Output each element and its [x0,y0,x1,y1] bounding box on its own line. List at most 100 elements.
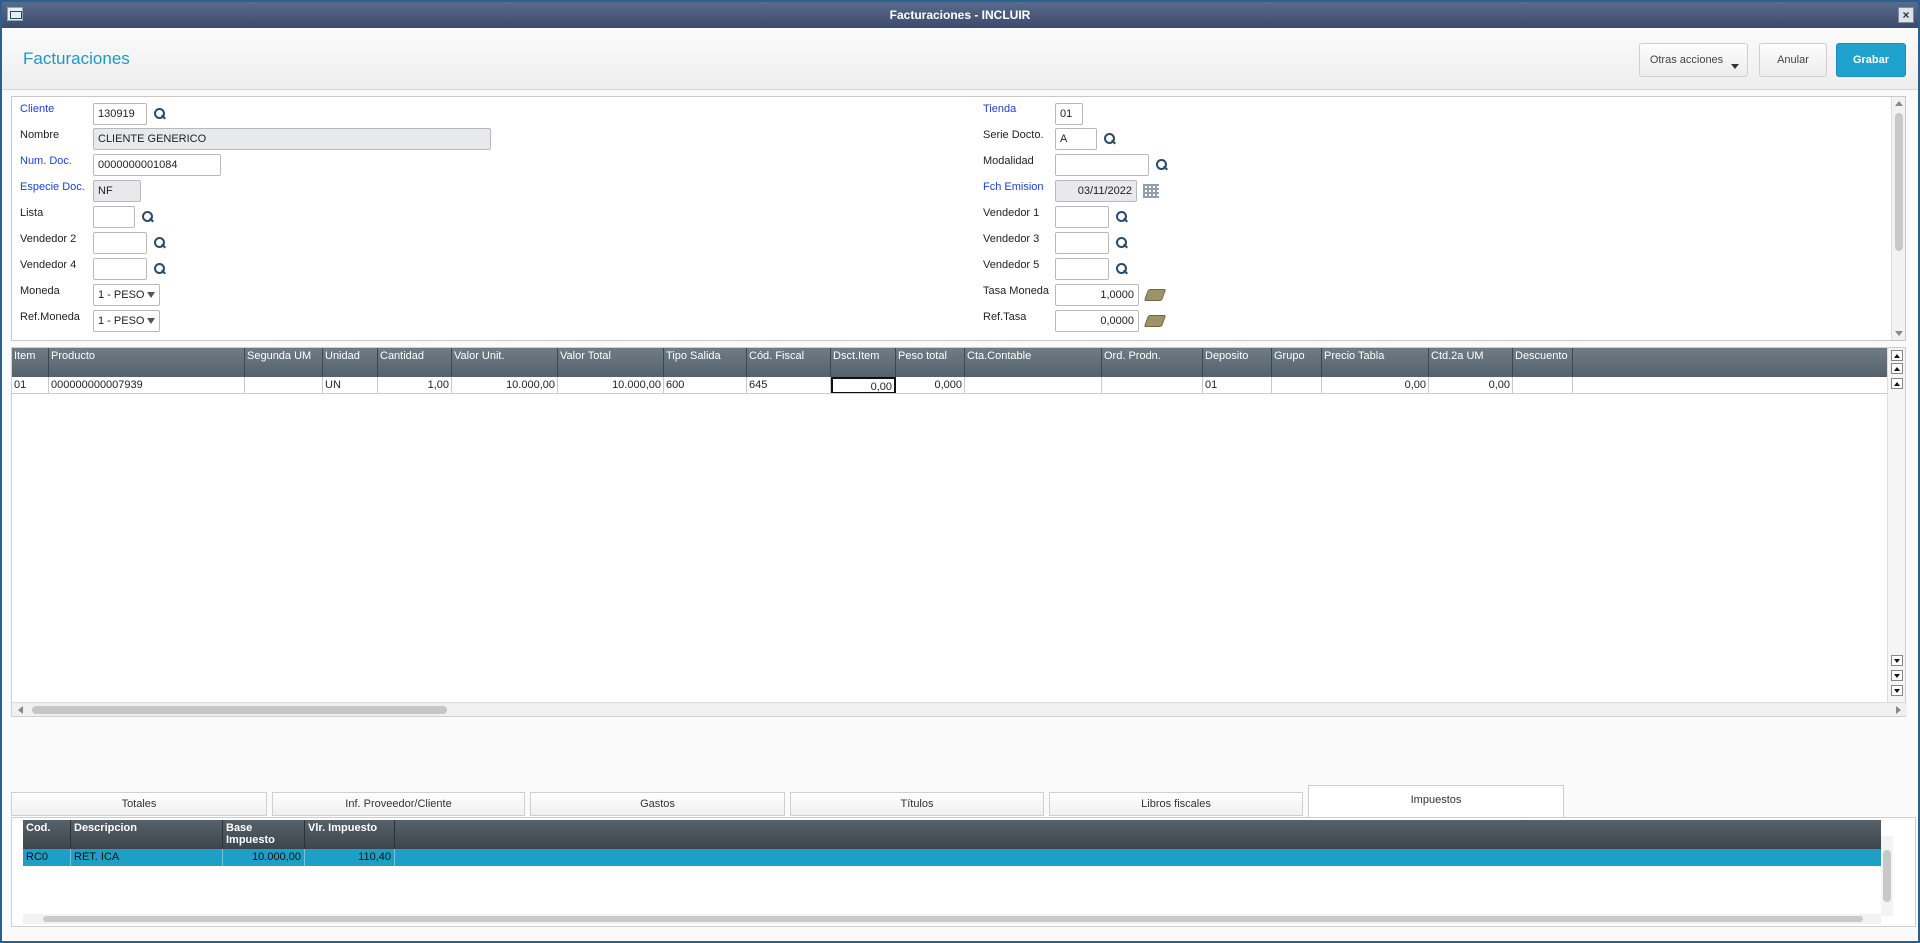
table-cell[interactable]: 0,00 [831,377,896,393]
column-header[interactable]: Segunda UM [245,348,323,377]
cliente-input[interactable]: 130919 [93,103,147,125]
anular-button[interactable]: Anular [1759,43,1827,77]
taxes-grid-vscroll[interactable] [1881,836,1893,916]
form-scrollbar[interactable] [1891,97,1905,340]
especie-doc-input[interactable]: NF [93,180,141,202]
vendedor1-input[interactable] [1055,206,1109,228]
vendedor5-input[interactable] [1055,258,1109,280]
money-icon[interactable] [1143,315,1167,327]
num-doc-input[interactable]: 0000000001084 [93,154,221,176]
vendedor1-search-icon[interactable] [1115,210,1129,224]
ref-tasa-input[interactable]: 0,0000 [1055,310,1139,332]
table-cell[interactable]: 645 [747,377,831,393]
vendedor3-input[interactable] [1055,232,1109,254]
table-cell[interactable]: 1,00 [378,377,452,393]
column-header[interactable]: Vlr. Impuesto [305,820,395,849]
scroll-thumb[interactable] [1895,113,1903,251]
column-header[interactable]: Item [12,348,49,377]
grabar-button[interactable]: Grabar [1836,43,1906,77]
tienda-input[interactable]: 01 [1055,103,1083,125]
tab-libros-fiscales[interactable]: Libros fiscales [1049,792,1303,816]
column-header[interactable]: Cantidad [378,348,452,377]
lista-input[interactable] [93,206,135,228]
column-header[interactable]: Precio Tabla [1322,348,1429,377]
table-cell[interactable]: 000000000007939 [49,377,245,393]
scroll-page-up-icon[interactable] [1891,363,1903,374]
column-header[interactable]: Cód. Fiscal [747,348,831,377]
taxes-grid-hscroll[interactable] [23,914,1881,924]
table-cell[interactable] [1513,377,1573,393]
column-header[interactable]: Base Impuesto [223,820,305,849]
vendedor5-search-icon[interactable] [1115,262,1129,276]
moneda-select[interactable]: 1 - PESO [93,284,160,306]
calendar-icon[interactable] [1143,184,1159,198]
table-cell[interactable] [1102,377,1203,393]
vendedor3-search-icon[interactable] [1115,236,1129,250]
scroll-down-icon[interactable] [1891,655,1903,666]
cliente-search-icon[interactable] [153,107,167,121]
tab-impuestos[interactable]: Impuestos [1308,785,1564,817]
column-header[interactable]: Unidad [323,348,378,377]
column-header[interactable]: Dsct.Item [831,348,896,377]
tab-totales[interactable]: Totales [11,792,267,816]
column-header[interactable]: Grupo [1272,348,1322,377]
serie-docto-search-icon[interactable] [1103,132,1117,146]
table-cell[interactable]: 01 [1203,377,1272,393]
fch-emision-input[interactable]: 03/11/2022 [1055,180,1137,202]
vendedor2-search-icon[interactable] [153,236,167,250]
table-cell[interactable]: 0,00 [1322,377,1429,393]
scroll-thumb[interactable] [1883,850,1891,902]
tab-t-tulos[interactable]: Títulos [790,792,1044,816]
scroll-right-icon[interactable] [1896,706,1901,714]
tab-inf-proveedor-cliente[interactable]: Inf. Proveedor/Cliente [272,792,525,816]
money-icon[interactable] [1143,289,1167,301]
column-header[interactable]: Producto [49,348,245,377]
scroll-down-icon[interactable] [1895,331,1903,336]
column-header[interactable]: Cod. [23,820,71,849]
table-cell[interactable]: 10.000,00 [452,377,558,393]
scroll-bottom-icon[interactable] [1891,685,1903,696]
table-cell[interactable] [965,377,1102,393]
table-cell[interactable]: 0,00 [1429,377,1513,393]
modalidad-input[interactable] [1055,154,1149,176]
scroll-up-icon[interactable] [1895,101,1903,106]
scroll-top-icon[interactable] [1891,350,1903,361]
tab-gastos[interactable]: Gastos [530,792,785,816]
ref-moneda-select[interactable]: 1 - PESO [93,310,160,332]
lista-search-icon[interactable] [141,210,155,224]
table-cell[interactable]: 10.000,00 [223,849,305,866]
vendedor2-input[interactable] [93,232,147,254]
otras-acciones-button[interactable]: Otras acciones [1639,43,1748,77]
tasa-moneda-input[interactable]: 1,0000 [1055,284,1139,306]
scroll-page-down-icon[interactable] [1891,670,1903,681]
items-grid-hscroll[interactable] [12,702,1907,716]
table-cell[interactable]: 0,000 [896,377,965,393]
column-header[interactable]: Ord. Prodn. [1102,348,1203,377]
close-window-button[interactable]: × [1898,7,1914,23]
column-header[interactable]: Deposito [1203,348,1272,377]
scroll-up-icon[interactable] [1891,378,1903,389]
scroll-left-icon[interactable] [18,706,23,714]
column-header[interactable]: Descuento [1513,348,1573,377]
table-cell[interactable]: 600 [664,377,747,393]
nombre-input[interactable]: CLIENTE GENERICO [93,128,491,150]
serie-docto-input[interactable]: A [1055,128,1097,150]
table-row[interactable]: RC0 RET. ICA 10.000,00 110,40 [23,849,1881,866]
table-cell[interactable]: RC0 [23,849,71,866]
items-grid-vscroll[interactable] [1887,348,1905,704]
column-header[interactable]: Valor Total [558,348,664,377]
table-cell[interactable] [1272,377,1322,393]
table-cell[interactable]: 110,40 [305,849,395,866]
table-cell[interactable]: 10.000,00 [558,377,664,393]
table-cell[interactable]: UN [323,377,378,393]
table-cell[interactable]: 01 [12,377,49,393]
column-header[interactable]: Cta.Contable [965,348,1102,377]
column-header[interactable]: Descripcion [71,820,223,849]
column-header[interactable]: Tipo Salida [664,348,747,377]
column-header[interactable]: Valor Unit. [452,348,558,377]
table-cell[interactable]: RET. ICA [71,849,223,866]
scroll-thumb[interactable] [32,706,447,714]
scroll-thumb[interactable] [43,916,1863,922]
table-cell[interactable] [245,377,323,393]
column-header[interactable]: Ctd.2a UM [1429,348,1513,377]
